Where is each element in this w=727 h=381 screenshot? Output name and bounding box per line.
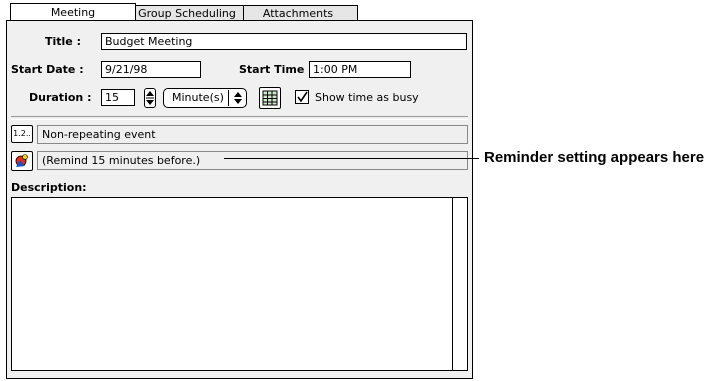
description-scrollbar[interactable] xyxy=(452,198,467,370)
duration-field[interactable]: 15 xyxy=(101,89,135,106)
calendar-button[interactable] xyxy=(259,87,281,109)
start-date-label: Start Date : xyxy=(11,63,84,76)
stepper-arrows-icon xyxy=(146,91,154,105)
tab-group-scheduling[interactable]: Group Scheduling xyxy=(130,5,244,21)
start-time-label: Start Time : xyxy=(239,63,313,76)
busy-label: Show time as busy xyxy=(315,91,419,104)
alarm-reminder-icon xyxy=(14,153,30,169)
meeting-panel: Title : Budget Meeting Start Date : 9/21… xyxy=(6,20,473,379)
busy-checkbox[interactable] xyxy=(295,90,309,104)
calendar-grid-icon xyxy=(262,90,278,106)
callout-text: Reminder setting appears here xyxy=(484,149,705,166)
description-text xyxy=(12,198,467,204)
repeat-button[interactable]: 1.2.. xyxy=(11,125,33,143)
popup-arrows-icon xyxy=(228,90,243,106)
start-time-field[interactable]: 1:00 PM xyxy=(309,61,411,78)
start-date-field[interactable]: 9/21/98 xyxy=(101,61,201,78)
reminder-status: (Remind 15 minutes before.) xyxy=(37,151,468,170)
repeat-status: Non-repeating event xyxy=(37,125,468,144)
description-label: Description: xyxy=(11,181,87,194)
reminder-button[interactable] xyxy=(11,151,33,171)
description-textarea[interactable] xyxy=(11,197,468,371)
duration-unit-value: Minute(s) xyxy=(172,91,224,104)
title-label: Title : xyxy=(45,35,81,48)
tab-attachments[interactable]: Attachments xyxy=(238,5,358,21)
separator xyxy=(11,116,468,120)
duration-label: Duration : xyxy=(29,91,92,104)
callout-leader-line xyxy=(224,158,479,159)
checkmark-icon xyxy=(297,91,308,103)
duration-unit-popup[interactable]: Minute(s) xyxy=(163,88,247,108)
title-field[interactable]: Budget Meeting xyxy=(101,33,467,50)
duration-stepper[interactable] xyxy=(144,88,156,108)
